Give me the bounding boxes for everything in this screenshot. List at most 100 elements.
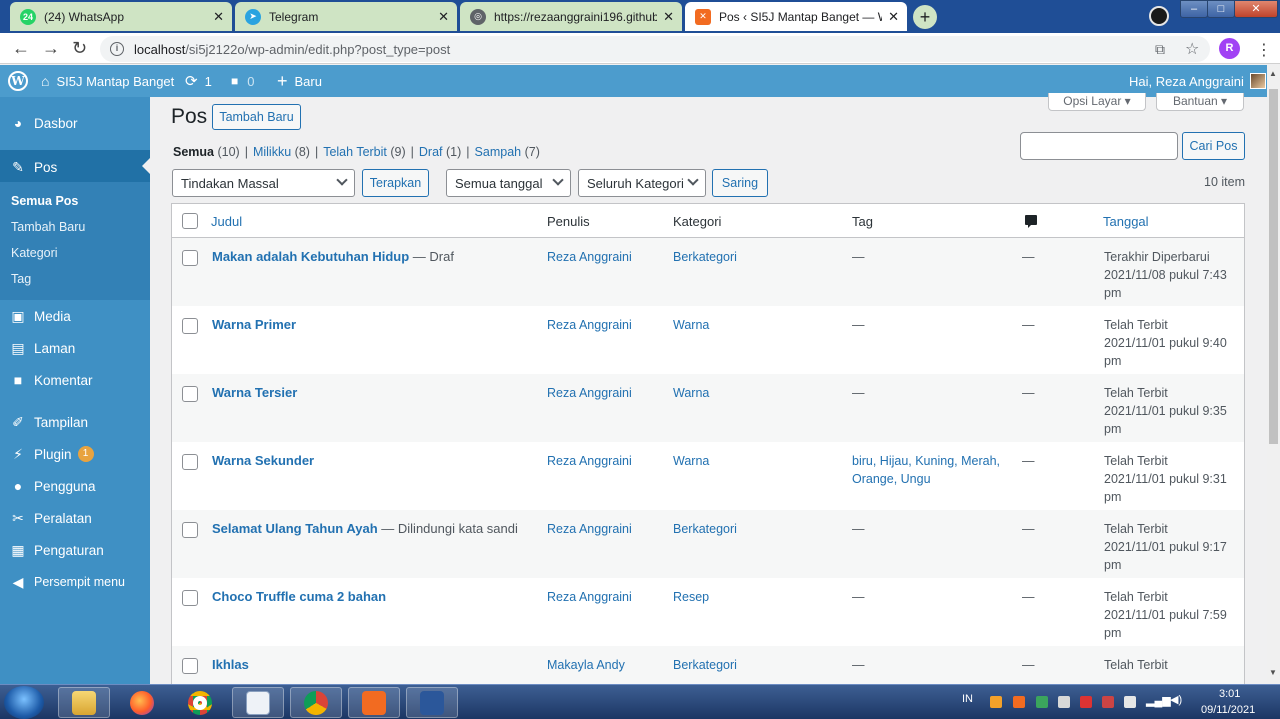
post-author-link[interactable]: Reza Anggraini [547, 384, 632, 402]
close-tab-icon[interactable]: ✕ [663, 9, 674, 25]
maximize-button[interactable]: □ [1207, 0, 1235, 18]
site-name-link[interactable]: ⌂ SI5J Mantap Banget [41, 65, 174, 97]
menu-pos[interactable]: ✎ Pos [0, 150, 150, 184]
menu-laman[interactable]: ▤ Laman [0, 332, 150, 364]
signal-icon[interactable]: ▂▄▆ [1146, 694, 1171, 707]
close-window-button[interactable]: ✕ [1234, 0, 1278, 18]
clock-time[interactable]: 3:01 [1219, 688, 1240, 700]
clock-date[interactable]: 09/11/2021 [1201, 704, 1255, 716]
network-error-tray-icon[interactable] [1102, 696, 1114, 708]
scrollbar-thumb[interactable] [1269, 89, 1278, 444]
column-title-header[interactable]: Judul [211, 214, 242, 229]
post-category-link[interactable]: Warna [673, 384, 709, 402]
post-title-link[interactable]: Warna Primer [212, 316, 296, 334]
menu-komentar[interactable]: ■ Komentar [0, 364, 150, 396]
flag-tray-icon[interactable] [1124, 696, 1136, 708]
post-author-link[interactable]: Reza Anggraini [547, 520, 632, 538]
submenu-tambah-baru[interactable]: Tambah Baru [11, 220, 85, 234]
post-category-link[interactable]: Warna [673, 452, 709, 470]
taskbar-xampp[interactable] [348, 687, 400, 718]
page-scrollbar[interactable]: ▲ ▼ [1267, 65, 1280, 684]
post-author-link[interactable]: Reza Anggraini [547, 452, 632, 470]
profile-avatar[interactable]: R [1219, 38, 1240, 59]
warning-tray-icon[interactable] [1080, 696, 1092, 708]
minimize-button[interactable]: – [1180, 0, 1208, 18]
taskbar-firefox[interactable] [116, 687, 168, 718]
drive-tray-icon[interactable] [1036, 696, 1048, 708]
apply-button[interactable]: Terapkan [362, 169, 429, 197]
reload-icon[interactable]: ↻ [72, 38, 87, 58]
post-category-link[interactable]: Berkategori [673, 520, 737, 538]
post-category-link[interactable]: Berkategori [673, 656, 737, 674]
view-telah-terbit[interactable]: Telah Terbit (9) [323, 145, 405, 159]
post-title-link[interactable]: Selamat Ulang Tahun Ayah — Dilindungi ka… [212, 520, 518, 538]
post-category-link[interactable]: Warna [673, 316, 709, 334]
menu-dasbor[interactable]: ◕ Dasbor [0, 107, 150, 139]
view-semua[interactable]: Semua (10) [173, 145, 240, 159]
column-date-header[interactable]: Tanggal [1103, 214, 1149, 229]
start-button[interactable] [4, 686, 44, 719]
display-tray-icon[interactable] [1058, 696, 1070, 708]
submenu-kategori[interactable]: Kategori [11, 246, 58, 260]
taskbar-notepad[interactable] [232, 687, 284, 718]
translate-icon[interactable]: ⧉ [1155, 41, 1165, 58]
category-filter-select[interactable]: Seluruh Kategori [578, 169, 706, 197]
menu-pengaturan[interactable]: ▦ Pengaturan [0, 534, 150, 566]
taskbar-chrome-profile[interactable] [290, 687, 342, 718]
view-milikku[interactable]: Milikku (8) [253, 145, 310, 159]
comments-link[interactable]: ■ 0 [231, 65, 254, 97]
menu-pengguna[interactable]: ● Pengguna [0, 470, 150, 502]
search-tray-icon[interactable] [990, 696, 1002, 708]
post-title-link[interactable]: Makan adalah Kebutuhan Hidup — Draf [212, 248, 454, 266]
menu-plugin[interactable]: ⚡ Plugin 1 [0, 438, 150, 470]
submenu-semua-pos[interactable]: Semua Pos [11, 194, 78, 208]
help-button[interactable]: Bantuan ▾ [1156, 93, 1244, 111]
browser-menu-icon[interactable]: ⋮ [1256, 40, 1272, 60]
back-icon[interactable]: ← [12, 38, 30, 58]
post-search-input[interactable] [1020, 132, 1178, 160]
tab-wordpress[interactable]: ✕ Pos ‹ SI5J Mantap Banget — Wor ✕ [685, 2, 907, 31]
view-sampah[interactable]: Sampah (7) [475, 145, 540, 159]
scroll-down-icon[interactable]: ▼ [1269, 668, 1277, 677]
close-tab-icon[interactable]: ✕ [438, 9, 449, 25]
new-content-link[interactable]: + Baru [277, 65, 322, 97]
bookmark-star-icon[interactable]: ☆ [1185, 39, 1199, 59]
row-checkbox[interactable] [182, 454, 198, 470]
taskbar-explorer[interactable] [58, 687, 110, 718]
filter-button[interactable]: Saring [712, 169, 768, 197]
xampp-tray-icon[interactable] [1013, 696, 1025, 708]
tab-github[interactable]: ◎ https://rezaanggraini196.github.i ✕ [460, 2, 682, 31]
comments-column-icon[interactable] [1025, 215, 1037, 228]
row-checkbox[interactable] [182, 658, 198, 674]
add-new-post-button[interactable]: Tambah Baru [212, 104, 301, 130]
volume-icon[interactable]: ◀) [1170, 693, 1182, 706]
close-tab-icon[interactable]: ✕ [888, 9, 899, 25]
menu-peralatan[interactable]: ✂ Peralatan [0, 502, 150, 534]
post-category-link[interactable]: Berkategori [673, 248, 737, 266]
tab-telegram[interactable]: ➤ Telegram ✕ [235, 2, 457, 31]
row-checkbox[interactable] [182, 590, 198, 606]
post-title-link[interactable]: Ikhlas [212, 656, 249, 674]
row-checkbox[interactable] [182, 250, 198, 266]
post-title-link[interactable]: Choco Truffle cuma 2 bahan [212, 588, 386, 606]
post-category-link[interactable]: Resep [673, 588, 709, 606]
url-bar[interactable]: i localhost/si5j2122o/wp-admin/edit.php?… [100, 36, 1210, 62]
scroll-up-icon[interactable]: ▲ [1269, 69, 1277, 78]
input-language[interactable]: IN [962, 693, 973, 705]
post-title-link[interactable]: Warna Tersier [212, 384, 297, 402]
menu-tampilan[interactable]: ✐ Tampilan [0, 406, 150, 438]
site-info-icon[interactable]: i [110, 42, 124, 56]
bulk-action-select[interactable]: Tindakan Massal [172, 169, 355, 197]
forward-icon[interactable]: → [42, 38, 60, 58]
taskbar-word[interactable] [406, 687, 458, 718]
screen-options-button[interactable]: Opsi Layar ▾ [1048, 93, 1146, 111]
post-author-link[interactable]: Reza Anggraini [547, 588, 632, 606]
post-author-link[interactable]: Reza Anggraini [547, 248, 632, 266]
select-all-checkbox[interactable] [182, 213, 198, 229]
download-indicator-icon[interactable] [1149, 6, 1169, 26]
tab-whatsapp[interactable]: 24 (24) WhatsApp ✕ [10, 2, 232, 31]
taskbar-chrome[interactable] [174, 687, 226, 718]
updates-link[interactable]: ⟳ 1 [185, 65, 212, 97]
submenu-tag[interactable]: Tag [11, 272, 31, 286]
collapse-menu-button[interactable]: ◀ Persempit menu [0, 566, 150, 598]
